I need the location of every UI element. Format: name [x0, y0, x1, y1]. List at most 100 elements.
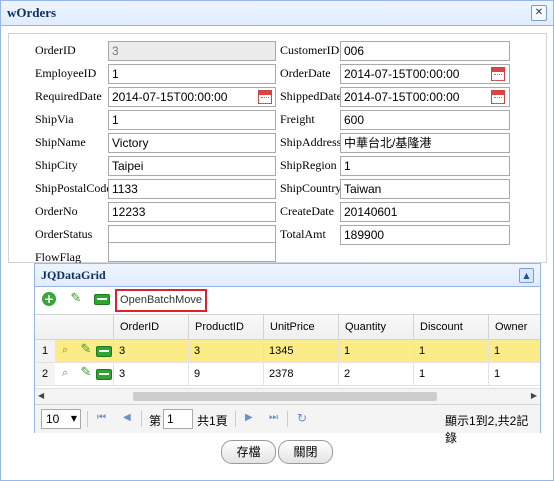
pager-summary: 顯示1到2,共2記錄 [445, 414, 529, 445]
last-page-icon[interactable]: ⏭ [269, 412, 278, 423]
delete-icon[interactable] [96, 346, 112, 357]
column-header[interactable]: Discount [413, 315, 488, 339]
first-page-icon[interactable]: ⏮ [97, 412, 106, 423]
shipvia-field[interactable]: 1 [108, 110, 276, 130]
shippeddate-label: ShippedDate [280, 89, 342, 103]
add-icon[interactable]: + [42, 292, 56, 306]
shipcity-label: ShipCity [35, 158, 78, 172]
orderno-label: OrderNo [35, 204, 78, 218]
orderid-field[interactable]: 3 [108, 41, 276, 61]
shipcountry-field[interactable]: Taiwan [340, 179, 510, 199]
table-cell: 1 [413, 363, 488, 385]
grid-title: JQDataGrid [41, 268, 106, 282]
column-header[interactable]: Owner [488, 315, 540, 339]
close-button[interactable]: 關閉 [278, 440, 333, 464]
order-form: OrderID 3 CustomerID 006 EmployeeID 1 Or… [8, 33, 547, 264]
employeeid-label: EmployeeID [35, 66, 97, 80]
shipcity-field[interactable]: Taipei [108, 156, 276, 176]
requireddate-field[interactable]: 2014-07-15T00:00:00 [108, 87, 276, 107]
delete-icon[interactable] [96, 369, 112, 380]
table-cell: 1 [413, 340, 488, 362]
calendar-icon[interactable] [258, 90, 272, 104]
shippeddate-field[interactable]: 2014-07-15T00:00:00 [340, 87, 510, 107]
page-prefix: 第 [149, 414, 162, 428]
orderdate-label: OrderDate [280, 66, 331, 80]
shipaddress-label: ShipAddress [280, 135, 342, 149]
table-cell: 9 [188, 363, 263, 385]
table-cell: 3 [188, 340, 263, 362]
grid-table: OrderID ProductID UnitPrice Quantity Dis… [35, 314, 540, 399]
column-header[interactable]: OrderID [113, 315, 188, 339]
page-total: 共1頁 [197, 414, 228, 428]
grid-header: JQDataGrid ▲ [35, 264, 540, 287]
delete-icon[interactable] [94, 294, 110, 305]
shipcountry-label: ShipCountry [280, 181, 342, 195]
requireddate-label: RequiredDate [35, 89, 102, 103]
scroll-thumb[interactable] [133, 392, 437, 401]
totalamt-label: TotalAmt [280, 227, 326, 241]
collapse-icon[interactable]: ▲ [519, 268, 534, 283]
pager-divider [141, 411, 142, 427]
dialog-titlebar[interactable]: wOrders ✕ [1, 1, 553, 26]
next-page-icon[interactable]: ▶ [245, 412, 253, 423]
column-header[interactable]: UnitPrice [263, 315, 338, 339]
table-cell: 3 [113, 363, 188, 385]
table-row[interactable]: 1 ⌕ ✎ 3 3 1345 1 1 1 [35, 340, 540, 363]
createdate-label: CreateDate [280, 204, 334, 218]
scroll-left-icon[interactable]: ◀ [38, 391, 44, 400]
open-batch-move-button[interactable]: OpenBatchMove [115, 289, 207, 312]
table-cell: 2378 [263, 363, 338, 385]
shipregion-label: ShipRegion [280, 158, 337, 172]
page-size-value: 10 [46, 412, 60, 426]
page-size-select[interactable]: 10 ▼ [41, 409, 81, 429]
column-header[interactable]: ProductID [188, 315, 263, 339]
orderdate-field[interactable]: 2014-07-15T00:00:00 [340, 64, 510, 84]
freight-label: Freight [280, 112, 315, 126]
shipname-label: ShipName [35, 135, 86, 149]
table-cell: 1 [488, 363, 540, 385]
table-cell: 3 [113, 340, 188, 362]
detail-grid: JQDataGrid ▲ + ✎ OpenBatchMove OrderID P… [34, 263, 541, 445]
shipaddress-field[interactable]: 中華台北/基隆港 [340, 133, 510, 153]
edit-icon[interactable]: ✎ [79, 366, 93, 380]
calendar-icon[interactable] [491, 90, 505, 104]
createdate-field[interactable]: 20140601 [340, 202, 510, 222]
table-cell: 1 [338, 340, 413, 362]
freight-field[interactable]: 600 [340, 110, 510, 130]
scroll-right-icon[interactable]: ▶ [531, 391, 537, 400]
edit-icon[interactable]: ✎ [79, 343, 93, 357]
customerid-field[interactable]: 006 [340, 41, 510, 61]
table-cell: 2 [338, 363, 413, 385]
view-icon[interactable]: ⌕ [62, 367, 74, 379]
row-number: 1 [35, 340, 55, 362]
view-icon[interactable]: ⌕ [62, 344, 74, 356]
employeeid-field[interactable]: 1 [108, 64, 276, 84]
pager-divider [87, 411, 88, 427]
flowflag-field[interactable] [108, 242, 276, 262]
shippostalcode-label: ShipPostalCode [35, 181, 112, 195]
totalamt-field[interactable]: 189900 [340, 225, 510, 245]
page-number-input[interactable]: 1 [163, 409, 193, 429]
pager-divider [287, 411, 288, 427]
calendar-icon[interactable] [491, 67, 505, 81]
orders-dialog: wOrders ✕ OrderID 3 CustomerID 006 Emplo… [0, 0, 554, 481]
grid-pager: 10 ▼ ⏮ ◀ 第 1 共1頁 ▶ ⏭ ↻ 顯示1到2,共2記錄 [35, 404, 540, 445]
prev-page-icon[interactable]: ◀ [123, 412, 131, 423]
row-number: 2 [35, 363, 55, 385]
refresh-icon[interactable]: ↻ [297, 411, 307, 425]
close-icon[interactable]: ✕ [531, 5, 547, 21]
pager-divider [235, 411, 236, 427]
orderstatus-label: OrderStatus [35, 227, 93, 241]
shipregion-field[interactable]: 1 [340, 156, 510, 176]
save-button[interactable]: 存檔 [221, 440, 276, 464]
orderno-field[interactable]: 12233 [108, 202, 276, 222]
column-header[interactable]: Quantity [338, 315, 413, 339]
shippostalcode-field[interactable]: 1133 [108, 179, 276, 199]
table-row[interactable]: 2 ⌕ ✎ 3 9 2378 2 1 1 [35, 363, 540, 386]
horizontal-scrollbar[interactable]: ◀ ▶ [35, 388, 540, 404]
chevron-down-icon: ▼ [70, 414, 77, 423]
table-cell: 1 [488, 340, 540, 362]
edit-icon[interactable]: ✎ [69, 292, 83, 306]
orderid-label: OrderID [35, 43, 76, 57]
shipname-field[interactable]: Victory [108, 133, 276, 153]
